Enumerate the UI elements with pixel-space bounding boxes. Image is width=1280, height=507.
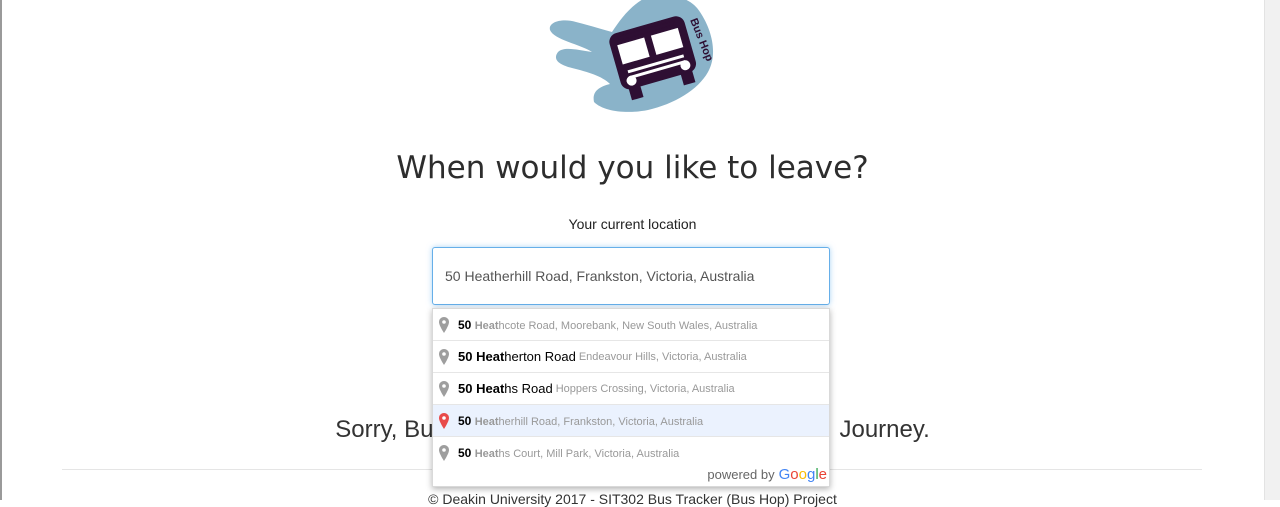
item-main: 50 Heatherhill Road, Frankston, Victoria… (458, 413, 704, 428)
item-main: 50 Heaths Road (458, 381, 553, 396)
scrollbar-track[interactable] (1264, 0, 1280, 500)
powered-by-label: powered by (707, 467, 775, 482)
status-message-right: Journey. (839, 416, 930, 443)
location-label: Your current location (568, 216, 697, 232)
bus-hop-logo: Bus Hop (540, 0, 730, 122)
item-secondary: Hoppers Crossing, Victoria, Australia (555, 382, 735, 395)
map-pin-icon (439, 316, 449, 333)
status-message-left: Sorry, Bu (335, 416, 434, 443)
location-input[interactable] (432, 247, 830, 305)
item-main: 50 Heaths Court, Mill Park, Victoria, Au… (458, 446, 680, 460)
autocomplete-item-selected[interactable]: 50 Heatherhill Road, Frankston, Victoria… (433, 405, 829, 437)
autocomplete-item[interactable]: 50 Heaths Road Hoppers Crossing, Victori… (433, 373, 829, 405)
item-main: 50 Heathcote Road, Moorebank, New South … (458, 317, 758, 332)
item-main: 50 Heatherton Road (458, 349, 576, 364)
map-pin-icon (439, 348, 449, 365)
item-secondary: Endeavour Hills, Victoria, Australia (578, 350, 747, 363)
page-title: When would you like to leave? (396, 150, 869, 186)
google-logo: Google (778, 466, 827, 483)
powered-by-google: powered by Google (707, 466, 827, 483)
map-pin-icon (439, 445, 449, 461)
map-pin-icon (439, 380, 449, 397)
map-pin-icon (439, 412, 449, 429)
autocomplete-item[interactable]: 50 Heatherton Road Endeavour Hills, Vict… (433, 341, 829, 373)
autocomplete-dropdown: 50 Heathcote Road, Moorebank, New South … (432, 308, 830, 487)
footer-text: © Deakin University 2017 - SIT302 Bus Tr… (428, 491, 837, 507)
autocomplete-item[interactable]: 50 Heaths Court, Mill Park, Victoria, Au… (433, 437, 829, 469)
autocomplete-item[interactable]: 50 Heathcote Road, Moorebank, New South … (433, 309, 829, 341)
